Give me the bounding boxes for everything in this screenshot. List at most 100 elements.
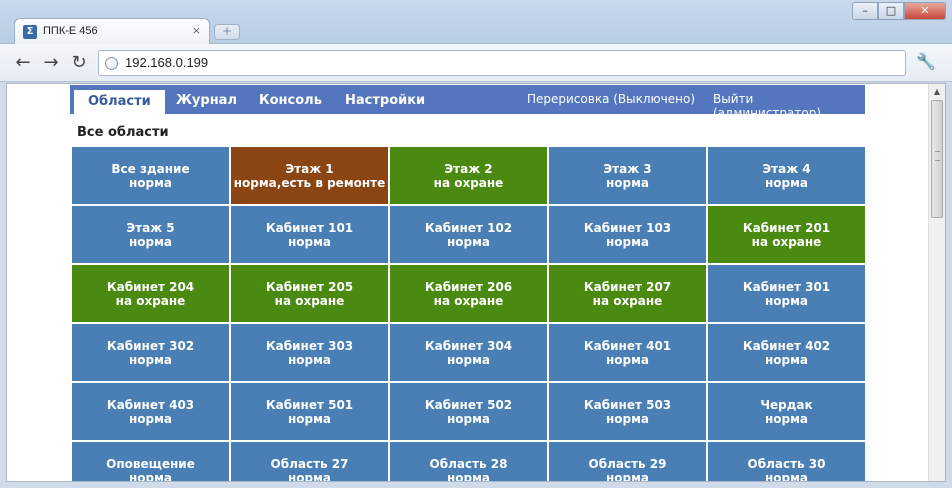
area-tile[interactable]: Кабинет 403 норма xyxy=(72,383,229,440)
area-tile[interactable]: Этаж 5 норма xyxy=(72,206,229,263)
area-tile[interactable]: Кабинет 301 норма xyxy=(708,265,865,322)
tab-title: ППК-Е 456 xyxy=(43,25,98,37)
area-tile[interactable]: Кабинет 101 норма xyxy=(231,206,388,263)
area-tile[interactable]: Кабинет 402 норма xyxy=(708,324,865,381)
reload-icon[interactable]: ↻ xyxy=(68,52,90,74)
area-tile[interactable]: Кабинет 103 норма xyxy=(549,206,706,263)
globe-icon xyxy=(105,57,118,70)
area-status: норма xyxy=(446,234,491,249)
area-tile[interactable]: Оповещение норма xyxy=(72,442,229,481)
area-status: норма xyxy=(605,411,650,426)
area-tile[interactable]: Область 28 норма xyxy=(390,442,547,482)
area-tile[interactable]: Кабинет 204 на охране xyxy=(72,265,229,322)
area-tile[interactable]: Область 29 норма xyxy=(549,442,706,482)
area-tile[interactable]: Кабинет 102 норма xyxy=(390,206,547,263)
redraw-link[interactable]: Перерисовка (Выключено) xyxy=(527,92,695,106)
area-tile[interactable]: Этаж 2 на охране xyxy=(390,147,547,204)
url-text: 192.168.0.199 xyxy=(125,55,209,70)
area-status: норма xyxy=(764,293,809,308)
scrollbar-thumb[interactable] xyxy=(931,100,943,218)
wrench-icon[interactable]: 🔧 xyxy=(916,52,936,71)
scroll-up-icon[interactable]: ▲ xyxy=(929,84,945,100)
app-page: Области Журнал Консоль Настройки Перерис… xyxy=(70,85,865,482)
area-name: Кабинет 101 xyxy=(265,220,354,235)
area-name: Кабинет 303 xyxy=(265,338,354,353)
minimize-button[interactable]: – xyxy=(852,2,878,20)
logout-link[interactable]: Выйти (администратор) xyxy=(713,92,865,120)
area-tile[interactable]: Кабинет 302 норма xyxy=(72,324,229,381)
area-status: норма xyxy=(128,352,173,367)
area-status: норма xyxy=(764,352,809,367)
area-status: норма xyxy=(446,470,491,482)
maximize-button[interactable]: □ xyxy=(878,2,904,20)
area-status: на охране xyxy=(751,234,822,249)
grip-icon xyxy=(935,151,940,161)
area-name: Кабинет 302 xyxy=(106,338,195,353)
area-tile[interactable]: Кабинет 401 норма xyxy=(549,324,706,381)
vertical-scrollbar[interactable]: ▲ xyxy=(928,84,945,481)
address-bar[interactable]: 192.168.0.199 xyxy=(98,50,906,76)
area-status: на охране xyxy=(115,293,186,308)
area-status: норма xyxy=(605,175,650,190)
area-name: Кабинет 301 xyxy=(742,279,831,294)
area-name: Кабинет 402 xyxy=(742,338,831,353)
tab-console[interactable]: Консоль xyxy=(259,93,322,108)
app-favicon-icon: Σ xyxy=(23,25,37,39)
area-status: норма xyxy=(764,411,809,426)
area-status: норма xyxy=(605,234,650,249)
area-status: норма xyxy=(287,352,332,367)
close-icon[interactable]: × xyxy=(192,24,201,37)
area-name: Область 27 xyxy=(270,456,349,471)
area-status: норма xyxy=(287,234,332,249)
area-tile[interactable]: Кабинет 201 на охране xyxy=(708,206,865,263)
area-name: Чердак xyxy=(760,397,813,412)
tab-journal[interactable]: Журнал xyxy=(176,93,237,108)
area-name: Область 28 xyxy=(429,456,508,471)
area-name: Кабинет 501 xyxy=(265,397,354,412)
area-tile[interactable]: Кабинет 206 на охране xyxy=(390,265,547,322)
tab-settings[interactable]: Настройки xyxy=(345,93,425,108)
area-status: на охране xyxy=(274,293,345,308)
area-status: норма xyxy=(446,352,491,367)
forward-icon[interactable]: → xyxy=(40,52,62,74)
area-status: на охране xyxy=(433,175,504,190)
area-tile[interactable]: Кабинет 304 норма xyxy=(390,324,547,381)
area-status: норма xyxy=(128,234,173,249)
area-status: на охране xyxy=(592,293,663,308)
area-name: Кабинет 502 xyxy=(424,397,513,412)
area-tile[interactable]: Кабинет 502 норма xyxy=(390,383,547,440)
window-close-button[interactable]: ✕ xyxy=(904,2,946,20)
area-name: Кабинет 403 xyxy=(106,397,195,412)
area-tile[interactable]: Кабинет 501 норма xyxy=(231,383,388,440)
area-status: норма xyxy=(605,352,650,367)
area-tile[interactable]: Этаж 1 норма,есть в ремонте xyxy=(231,147,388,204)
area-name: Все здание xyxy=(111,161,190,176)
area-tile[interactable]: Кабинет 303 норма xyxy=(231,324,388,381)
area-tile[interactable]: Все здание норма xyxy=(72,147,229,204)
area-status: норма xyxy=(605,470,650,482)
area-status: норма xyxy=(287,411,332,426)
tab-areas[interactable]: Области xyxy=(74,90,165,114)
area-status: на охране xyxy=(433,293,504,308)
back-icon[interactable]: ← xyxy=(12,52,34,74)
area-name: Этаж 4 xyxy=(762,161,811,176)
area-tile[interactable]: Этаж 4 норма xyxy=(708,147,865,204)
window-controls: – □ ✕ xyxy=(852,2,946,20)
area-tile[interactable]: Кабинет 205 на охране xyxy=(231,265,388,322)
area-name: Этаж 3 xyxy=(603,161,652,176)
area-status: норма xyxy=(446,411,491,426)
area-name: Кабинет 401 xyxy=(583,338,672,353)
area-tile[interactable]: Кабинет 503 норма xyxy=(549,383,706,440)
area-tile[interactable]: Область 27 норма xyxy=(231,442,388,482)
area-tile[interactable]: Кабинет 207 на охране xyxy=(549,265,706,322)
area-name: Этаж 2 xyxy=(444,161,493,176)
new-tab-button[interactable]: + xyxy=(214,24,240,40)
area-name: Оповещение xyxy=(106,456,195,471)
area-tile[interactable]: Чердак норма xyxy=(708,383,865,440)
area-tile[interactable]: Область 30 норма xyxy=(708,442,865,481)
area-status: норма xyxy=(287,470,332,482)
area-name: Кабинет 102 xyxy=(424,220,513,235)
browser-toolbar: ← → ↻ 192.168.0.199 🔧 xyxy=(0,44,952,82)
area-tile[interactable]: Этаж 3 норма xyxy=(549,147,706,204)
browser-tab[interactable]: Σ ППК-Е 456 × xyxy=(14,18,210,45)
